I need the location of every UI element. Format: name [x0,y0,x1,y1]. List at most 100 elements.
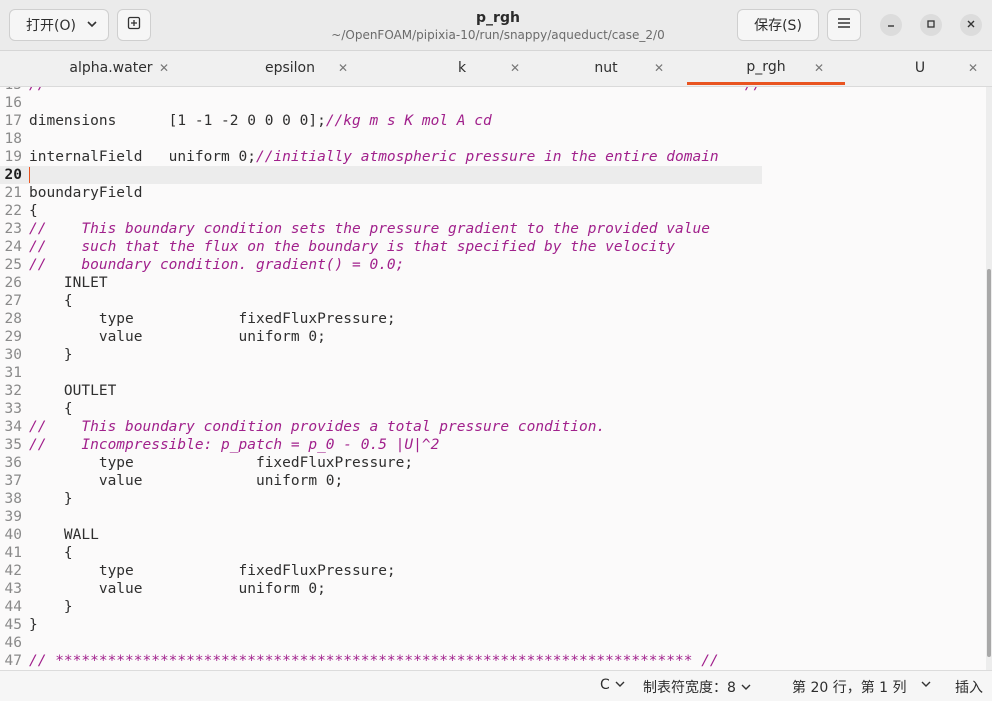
code-line[interactable]: 41 { [0,544,762,562]
code-line[interactable]: 26 INLET [0,274,762,292]
maximize-icon [926,18,936,32]
line-number: 34 [4,419,22,435]
code-line[interactable]: 47 // ***********************************… [0,652,762,670]
code-token: OUTLET [29,383,117,399]
code-view[interactable]: 15// //1617dimensions [1 -1 -2 0 0 0 0];… [0,87,763,670]
code-token: { [29,401,73,417]
close-tab-icon[interactable]: ✕ [651,60,667,76]
maximize-button[interactable] [920,14,942,36]
code-line[interactable]: 34 // This boundary condition provides a … [0,418,762,436]
title-area: p_rgh ~/OpenFOAM/pipixia-10/run/snappy/a… [300,9,696,43]
tab-width-selector[interactable]: 制表符宽度：8 [643,677,752,697]
code-line[interactable]: 45} [0,616,762,634]
line-text: // *************************************… [29,652,719,670]
code-line[interactable]: 31 [0,364,762,382]
line-number: 28 [4,311,22,327]
line-text: } [29,598,73,616]
code-token: type fixedFluxPressure; [29,563,396,579]
line-number: 29 [4,329,22,345]
line-number: 37 [4,473,22,489]
code-line[interactable]: 25 // boundary condition. gradient() = 0.… [0,256,762,274]
tab-nut[interactable]: nut ✕ [527,51,685,85]
code-line[interactable]: 16 [0,94,762,112]
code-line[interactable]: 23 // This boundary condition sets the pr… [0,220,762,238]
line-text: type fixedFluxPressure; [29,562,396,580]
code-line[interactable]: 44 } [0,598,762,616]
code-line[interactable]: 40 WALL [0,526,762,544]
chevron-down-icon [86,18,98,34]
chevron-down-icon [614,677,626,693]
code-line[interactable]: 18 [0,130,762,148]
text-editor[interactable]: 15// //1617dimensions [1 -1 -2 0 0 0 0];… [0,87,986,670]
code-line[interactable]: 36 type fixedFluxPressure; [0,454,762,472]
code-line[interactable]: 46 [0,634,762,652]
line-number: 35 [4,437,22,453]
gedit-window: 打开(O) p_rgh ~/OpenFOAM/pipixia-10/run/sn… [0,0,992,701]
code-line[interactable]: 33 { [0,400,762,418]
code-line[interactable]: 15// // [0,87,763,94]
code-line[interactable]: 39 [0,508,762,526]
line-text: internalField uniform 0;//initially atmo… [29,148,719,166]
code-token: boundaryField [29,185,143,201]
line-number: 44 [4,599,22,615]
tab-bar: alpha.water ✕ epsilon ✕ k ✕ nut ✕ p_rgh … [0,51,992,87]
main-menu-button[interactable] [827,9,861,41]
text-caret [29,167,30,183]
code-line[interactable]: 21 boundaryField [0,184,762,202]
line-number: 30 [4,347,22,363]
tab-u[interactable]: U ✕ [841,51,992,85]
line-number: 31 [4,365,22,381]
chevron-down-icon[interactable] [920,677,932,693]
code-token: } [29,491,73,507]
code-line[interactable]: 42 type fixedFluxPressure; [0,562,762,580]
language-selector[interactable]: C [600,677,626,693]
code-token: } [29,599,73,615]
close-tab-icon[interactable]: ✕ [507,60,523,76]
tab-epsilon[interactable]: epsilon ✕ [211,51,369,85]
line-number: 36 [4,455,22,471]
cursor-position[interactable]: 第 20 行，第 1 列 [792,677,907,697]
code-line[interactable]: 28 type fixedFluxPressure; [0,310,762,328]
tab-k[interactable]: k ✕ [383,51,541,85]
close-tab-icon[interactable]: ✕ [335,60,351,76]
code-comment: // This boundary condition sets the pres… [29,221,710,237]
tab-label: p_rgh [746,58,786,75]
code-line[interactable]: 32 OUTLET [0,382,762,400]
tab-alpha-water[interactable]: alpha.water ✕ [32,51,190,85]
line-text: value uniform 0; [29,472,343,490]
insert-mode-indicator[interactable]: 插入 [955,677,983,697]
minimize-button[interactable] [880,14,902,36]
code-line[interactable]: 19 internalField uniform 0;//initially at… [0,148,762,166]
code-line[interactable]: 29 value uniform 0; [0,328,762,346]
new-tab-button[interactable] [117,9,151,41]
code-line[interactable]: 24 // such that the flux on the boundary … [0,238,762,256]
line-number: 25 [4,257,22,273]
code-line[interactable]: 37 value uniform 0; [0,472,762,490]
line-text: { [29,202,38,220]
code-line[interactable]: 20 [0,166,763,184]
code-line[interactable]: 38 } [0,490,762,508]
code-token: } [29,347,73,363]
save-button[interactable]: 保存(S) [737,9,819,41]
code-token: { [29,293,73,309]
tab-label: nut [594,60,618,76]
code-line[interactable]: 27 { [0,292,762,310]
code-line[interactable]: 43 value uniform 0; [0,580,762,598]
open-button-label: 打开(O) [26,18,76,34]
window-subtitle: ~/OpenFOAM/pipixia-10/run/snappy/aqueduc… [331,28,665,42]
vertical-scrollbar[interactable] [986,87,992,670]
line-text: // Incompressible: p_patch = p_0 - 0.5 |… [29,436,439,454]
close-tab-icon[interactable]: ✕ [811,60,827,76]
line-number: 17 [4,113,22,129]
code-line[interactable]: 30 } [0,346,762,364]
open-button[interactable]: 打开(O) [9,9,109,41]
close-window-button[interactable] [960,14,982,36]
code-line[interactable]: 35 // Incompressible: p_patch = p_0 - 0.5… [0,436,762,454]
tab-label: alpha.water [69,60,153,76]
code-line[interactable]: 22 { [0,202,762,220]
scrollbar-thumb[interactable] [987,269,991,657]
close-tab-icon[interactable]: ✕ [965,60,981,76]
close-tab-icon[interactable]: ✕ [156,60,172,76]
code-line[interactable]: 17 dimensions [1 -1 -2 0 0 0 0];//kg m s … [0,112,762,130]
tab-p-rgh[interactable]: p_rgh ✕ [687,51,845,85]
